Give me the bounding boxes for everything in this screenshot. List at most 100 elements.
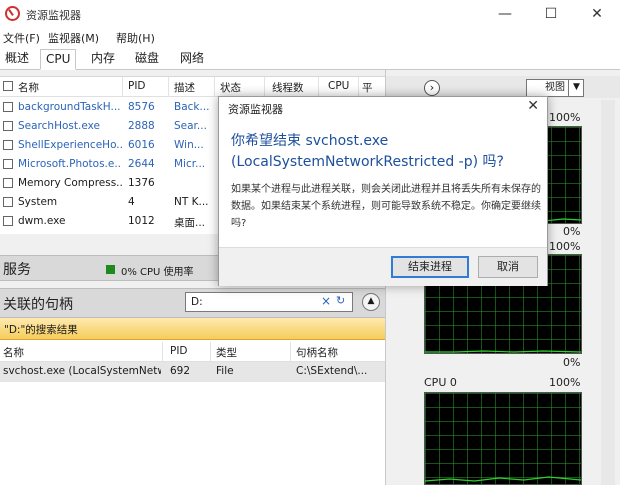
- column-divider: [162, 342, 163, 362]
- tab-network[interactable]: 网络: [175, 49, 209, 70]
- graph1-bottom-label: 0%: [563, 225, 581, 238]
- process-name: dwm.exe: [18, 215, 66, 227]
- col-average[interactable]: 平: [362, 80, 373, 95]
- handle-pid: 692: [170, 365, 191, 377]
- handles-search-input[interactable]: D: × ↻: [185, 292, 353, 312]
- graph3-usage-line: [425, 476, 581, 482]
- handles-search-value: D:: [191, 296, 203, 308]
- services-cpu-usage: 0% CPU 使用率: [121, 267, 194, 278]
- search-results-bar: "D:"的搜索结果: [0, 318, 385, 340]
- process-description: Win...: [174, 139, 204, 151]
- graph-toolbar: › 视图 ▼: [386, 76, 620, 98]
- column-divider: [358, 77, 359, 97]
- tab-disk[interactable]: 磁盘: [130, 49, 164, 70]
- end-process-dialog: 资源监视器 ✕ 你希望结束 svchost.exe (LocalSystemNe…: [218, 96, 548, 286]
- expand-panel-icon[interactable]: ›: [424, 80, 440, 96]
- cpu-usage-indicator: [106, 265, 115, 274]
- end-process-button[interactable]: 结束进程: [391, 256, 469, 278]
- process-name: backgroundTaskH...: [18, 101, 121, 113]
- resource-monitor-icon: [5, 6, 20, 21]
- minimize-button[interactable]: —: [482, 0, 528, 28]
- services-title: 服务: [3, 262, 31, 278]
- clear-search-icon[interactable]: ×: [321, 294, 331, 308]
- menu-help[interactable]: 帮助(H): [116, 30, 155, 46]
- process-checkbox[interactable]: [3, 197, 13, 207]
- process-pid: 8576: [128, 101, 155, 113]
- process-table-header: 名称 PID 描述 状态 线程数 CPU 平: [0, 77, 385, 97]
- search-results-label: "D:"的搜索结果: [4, 324, 78, 336]
- column-divider: [210, 342, 211, 362]
- close-window-button[interactable]: ✕: [574, 0, 620, 28]
- handles-title: 关联的句柄: [3, 297, 73, 313]
- tab-memory[interactable]: 内存: [86, 49, 120, 70]
- col-pid[interactable]: PID: [128, 80, 146, 92]
- column-divider: [168, 77, 169, 97]
- resource-monitor-window: 资源监视器 — ☐ ✕ 文件(F) 监视器(M) 帮助(H) 概述 CPU 内存…: [0, 0, 620, 485]
- handle-name: C:\SExtend\...: [296, 365, 368, 377]
- cancel-button[interactable]: 取消: [478, 256, 538, 278]
- menu-monitor[interactable]: 监视器(M): [48, 30, 99, 46]
- process-description: Back...: [174, 101, 210, 113]
- process-pid: 1376: [128, 177, 155, 189]
- hcol-pid[interactable]: PID: [170, 345, 188, 357]
- process-description: Micr...: [174, 158, 206, 170]
- col-name[interactable]: 名称: [18, 80, 39, 95]
- col-description[interactable]: 描述: [174, 80, 195, 95]
- view-dropdown-icon[interactable]: ▼: [568, 79, 584, 97]
- process-checkbox[interactable]: [3, 102, 13, 112]
- handles-table: 名称 PID 类型 句柄名称 svchost.exe (LocalSystemN…: [0, 340, 385, 485]
- title-bar: 资源监视器 — ☐ ✕: [0, 0, 620, 28]
- process-pid: 1012: [128, 215, 155, 227]
- cpu-graph-core-0: [424, 392, 582, 485]
- dialog-title: 资源监视器: [228, 103, 283, 116]
- process-checkbox[interactable]: [3, 159, 13, 169]
- process-description: Sear...: [174, 120, 207, 132]
- process-name: Microsoft.Photos.e...: [18, 158, 122, 170]
- process-name: Memory Compress...: [18, 177, 122, 189]
- dialog-close-icon[interactable]: ✕: [527, 98, 539, 114]
- menu-file[interactable]: 文件(F): [3, 30, 40, 46]
- process-name: ShellExperienceHo...: [18, 139, 122, 151]
- graph1-top-label: 100%: [549, 111, 581, 124]
- hcol-type[interactable]: 类型: [216, 345, 237, 360]
- view-label: 视图: [545, 82, 565, 93]
- column-divider: [264, 77, 265, 97]
- menu-bar: 文件(F) 监视器(M) 帮助(H): [0, 28, 620, 46]
- graph3-name: CPU 0: [424, 376, 457, 389]
- dialog-heading: 你希望结束 svchost.exe (LocalSystemNetworkRes…: [231, 133, 504, 170]
- col-cpu[interactable]: CPU: [328, 80, 349, 92]
- dialog-footer: 结束进程 取消: [219, 247, 547, 286]
- col-threads[interactable]: 线程数: [272, 80, 304, 95]
- tab-bar: 概述 CPU 内存 磁盘 网络: [0, 46, 620, 70]
- refresh-search-icon[interactable]: ↻: [336, 294, 345, 307]
- select-all-checkbox[interactable]: [3, 81, 13, 91]
- maximize-button[interactable]: ☐: [528, 0, 574, 28]
- process-description: NT K...: [174, 196, 209, 208]
- process-checkbox[interactable]: [3, 178, 13, 188]
- graphs-scrollbar[interactable]: [601, 100, 615, 485]
- graph2-bottom-label: 0%: [563, 356, 581, 369]
- column-divider: [214, 77, 215, 97]
- window-title: 资源监视器: [26, 9, 81, 22]
- process-checkbox[interactable]: [3, 140, 13, 150]
- process-checkbox[interactable]: [3, 121, 13, 131]
- graph2-usage-line: [425, 350, 581, 353]
- handles-table-header: 名称 PID 类型 句柄名称: [0, 342, 385, 362]
- process-checkbox[interactable]: [3, 216, 13, 226]
- hcol-name[interactable]: 名称: [3, 345, 24, 360]
- column-divider: [122, 77, 123, 97]
- dialog-message: 如果某个进程与此进程关联，则会关闭此进程并且将丢失所有未保存的数据。如果结束某个…: [231, 184, 541, 229]
- handles-section-bar[interactable]: 关联的句柄 D: × ↻ ▲: [0, 288, 385, 318]
- process-pid: 4: [128, 196, 135, 208]
- process-description: 桌面...: [174, 217, 206, 229]
- table-row[interactable]: svchost.exe (LocalSystemNetw... 692 File…: [0, 362, 385, 382]
- tab-overview[interactable]: 概述: [0, 49, 34, 70]
- tab-cpu[interactable]: CPU: [40, 49, 77, 70]
- process-name: System: [18, 196, 58, 208]
- graph3-top-label: 100%: [549, 376, 581, 389]
- process-name: SearchHost.exe: [18, 120, 100, 132]
- hcol-handle-name[interactable]: 句柄名称: [296, 345, 338, 360]
- collapse-handles-icon[interactable]: ▲: [362, 293, 380, 311]
- column-divider: [290, 342, 291, 362]
- col-status[interactable]: 状态: [220, 80, 241, 95]
